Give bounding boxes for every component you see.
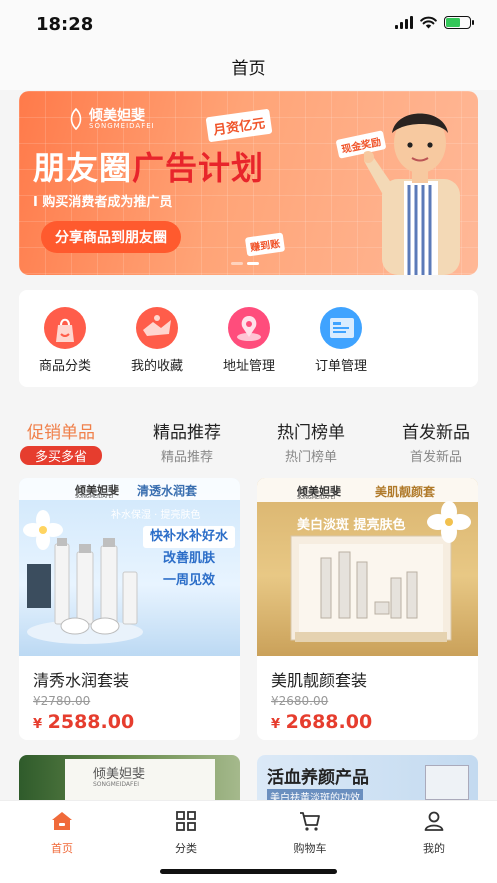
tabbar-item-profile[interactable]: 我的 (404, 809, 464, 856)
product-card[interactable]: 倾美妲斐 SONGMEIDAFEI 美肌靓颜套 美白淡斑 提亮肤色 美肌靓颜套装… (257, 478, 478, 740)
tab-subtitle-badge: 多买多省 (20, 446, 102, 465)
tab-hot-ranking[interactable]: 热门榜单 热门榜单 (266, 418, 356, 465)
tab-subtitle: 热门榜单 (284, 450, 337, 465)
quick-item-category[interactable]: 商品分类 (25, 304, 105, 374)
quick-item-label: 我的收藏 (130, 359, 183, 374)
navigation-bar: 首页 (0, 48, 497, 90)
product-image-brand-en: SONGMEIDAFEI (75, 494, 114, 500)
tabbar-item-category[interactable]: 分类 (156, 809, 216, 856)
tabbar-label: 购物车 (293, 842, 327, 855)
product-original-price: ¥2680.00 (271, 694, 329, 708)
favorite-icon (136, 307, 178, 349)
product-image-tagline: 美白淡斑 提亮肤色 (297, 518, 406, 533)
price-currency: ¥ (33, 717, 43, 732)
product-bottles-illustration (27, 538, 143, 644)
product-image-title: 活血养颜产品 (267, 768, 369, 788)
price-currency: ¥ (271, 717, 281, 732)
product-image: 倾美妲斐 SONGMEIDAFEI 美肌靓颜套 美白淡斑 提亮肤色 (257, 478, 478, 656)
product-image: 活血养颜产品 美白祛黄淡斑的功效 (257, 755, 478, 800)
tab-subtitle: 首发新品 (409, 450, 462, 465)
price-value: 2588.00 (47, 711, 135, 733)
product-image-slogan: 一周见效 (162, 573, 215, 588)
quick-item-label: 订单管理 (314, 359, 367, 374)
tabbar-label: 首页 (51, 842, 73, 855)
profile-icon (424, 811, 444, 831)
category-grid-icon (176, 811, 196, 831)
quick-item-address[interactable]: 地址管理 (209, 304, 289, 374)
wifi-icon (420, 16, 437, 29)
shopping-bag-icon (44, 307, 86, 349)
flower-decoration-icon (427, 501, 471, 543)
tab-title: 促销单品 (27, 423, 95, 443)
cellular-signal-icon (395, 16, 413, 29)
banner-subtitle: I 购买消费者成为推广员 (33, 195, 173, 210)
tabbar-item-cart[interactable]: 购物车 (280, 809, 340, 856)
tab-recommended[interactable]: 精品推荐 精品推荐 (142, 418, 232, 465)
quick-item-favorites[interactable]: 我的收藏 (117, 304, 197, 374)
banner-title-b: 广告计划 (132, 149, 265, 187)
banner-dot-active[interactable] (247, 262, 259, 265)
product-image-slogan: 改善肌肤 (162, 551, 215, 566)
banner-person-illustration (364, 113, 460, 275)
product-image-series: 美肌靓颜套 (375, 485, 436, 499)
product-tabs: 促销单品 多买多省 精品推荐 精品推荐 热门榜单 热门榜单 首发新品 首发新品 (0, 418, 497, 468)
tab-new-arrivals[interactable]: 首发新品 首发新品 (391, 418, 481, 465)
quick-item-label: 商品分类 (38, 359, 91, 374)
tab-title: 热门榜单 (277, 423, 345, 443)
banner-title-a: 朋友圈 (33, 149, 133, 187)
price-value: 2688.00 (285, 711, 373, 733)
quick-item-label: 地址管理 (222, 359, 275, 374)
tab-subtitle: 精品推荐 (160, 450, 213, 465)
product-image: 倾美妲斐 SONGMEIDAFEI 清透水润套 补水保湿 · 提亮肤色 快补水补… (19, 478, 240, 656)
product-image-slogan: 快补水补好水 (143, 526, 235, 548)
product-card[interactable]: 活血养颜产品 美白祛黄淡斑的功效 (257, 755, 478, 800)
banner-pagination (231, 262, 259, 265)
quick-entry-panel: 商品分类 我的收藏 地址管理 订单管理 (19, 290, 478, 387)
product-image-series: 清透水润套 (137, 484, 198, 498)
product-image-subtitle: 美白祛黄淡斑的功效 (267, 789, 363, 800)
map-pin-icon (228, 307, 270, 349)
product-image-tagline: 补水保湿 · 提亮肤色 (111, 510, 201, 521)
tabbar-item-home[interactable]: 首页 (32, 809, 92, 856)
quick-item-orders[interactable]: 订单管理 (301, 304, 381, 374)
banner-dot[interactable] (231, 262, 243, 265)
product-image-brand: 倾美妲斐 (93, 767, 146, 782)
status-icons (395, 16, 474, 29)
product-image-brand-en: SONGMEIDAFEI (93, 781, 140, 788)
product-image-brand-en: SONGMEIDAFEI (297, 495, 336, 501)
banner-brand-en: SONGMEIDAFEI (89, 122, 155, 130)
banner-cta-button[interactable]: 分享商品到朋友圈 (41, 221, 181, 253)
tabbar-label: 分类 (175, 842, 197, 855)
tab-title: 精品推荐 (153, 423, 221, 443)
status-bar: 18:28 (0, 0, 497, 48)
page-title: 首页 (231, 59, 266, 79)
status-time: 18:28 (36, 14, 94, 35)
product-name: 美肌靓颜套装 (271, 671, 368, 690)
home-indicator[interactable] (160, 869, 337, 874)
product-card[interactable]: 倾美妲斐 SONGMEIDAFEI 清透水润套 补水保湿 · 提亮肤色 快补水补… (19, 478, 240, 740)
tab-promotion[interactable]: 促销单品 多买多省 (20, 418, 102, 465)
banner-title: 朋友圈广告计划 (33, 143, 264, 189)
product-price: ¥ 2588.00 (33, 711, 134, 733)
product-name: 清秀水润套装 (33, 671, 130, 690)
cart-icon (300, 812, 320, 831)
product-price: ¥ 2688.00 (271, 711, 372, 733)
battery-icon (444, 16, 474, 29)
promo-banner[interactable]: 倾美妲斐 SONGMEIDAFEI 月资亿元 朋友圈广告计划 I 购买消费者成为… (19, 91, 478, 275)
tabbar-label: 我的 (423, 842, 445, 855)
product-card[interactable]: 倾美妲斐 SONGMEIDAFEI (19, 755, 240, 800)
product-image: 倾美妲斐 SONGMEIDAFEI (19, 755, 240, 800)
order-list-icon (320, 307, 362, 349)
home-icon (52, 812, 72, 830)
product-original-price: ¥2780.00 (33, 694, 91, 708)
product-set-illustration (290, 535, 452, 642)
tab-title: 首发新品 (402, 423, 470, 443)
brand-logo-icon (70, 107, 82, 131)
